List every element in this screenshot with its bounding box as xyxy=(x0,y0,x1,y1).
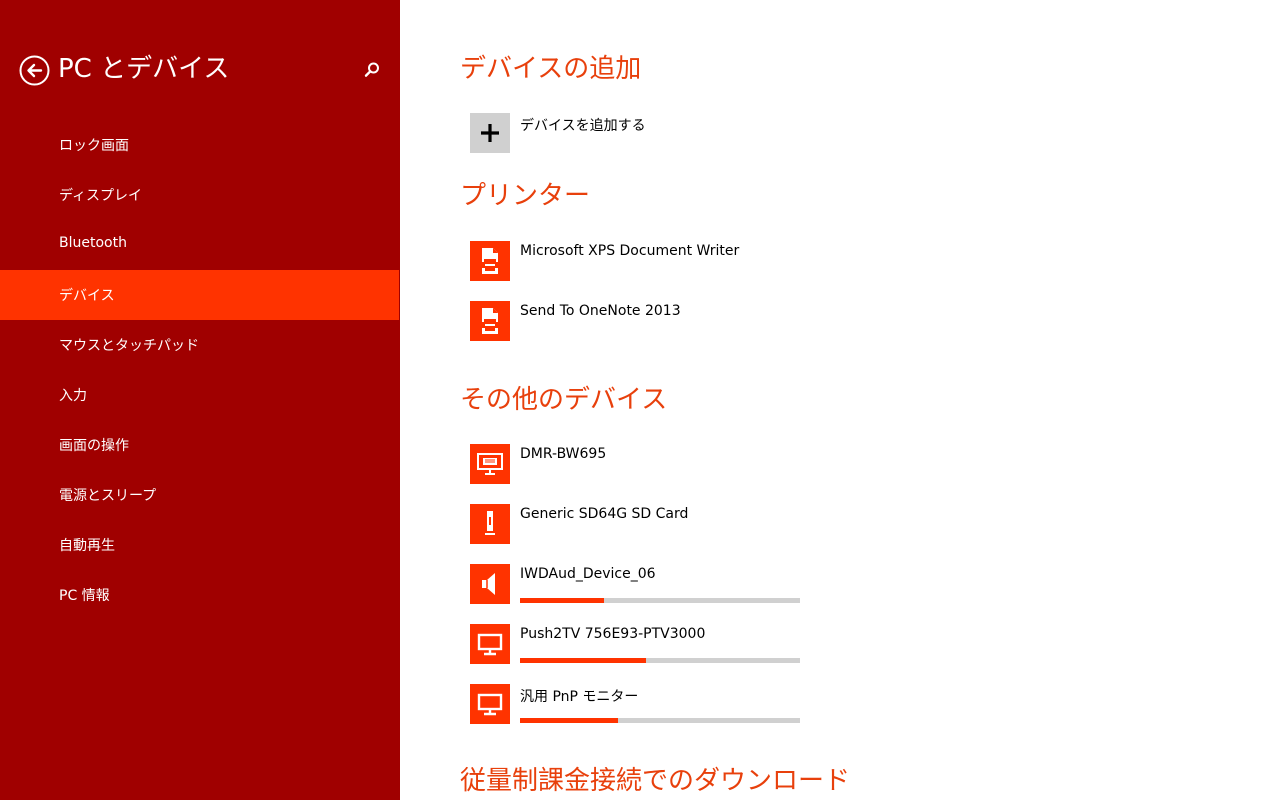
media-device-icon xyxy=(470,444,510,484)
section-title-other-devices: その他のデバイス xyxy=(460,385,668,415)
device-item[interactable]: IWDAud_Device_06 xyxy=(460,561,880,611)
sidebar-item-label: 画面の操作 xyxy=(59,438,129,454)
sidebar-item-label: PC 情報 xyxy=(59,588,110,604)
page-title: PC とデバイス xyxy=(58,54,230,84)
section-title-metered-downloads: 従量制課金接続でのダウンロード xyxy=(460,766,851,796)
printer-icon xyxy=(470,241,510,281)
printer-item[interactable]: Send To OneNote 2013 xyxy=(460,298,880,348)
section-title-printers: プリンター xyxy=(460,181,591,211)
device-progress-bar xyxy=(520,658,800,663)
monitor-icon xyxy=(470,684,510,724)
back-arrow-icon xyxy=(19,55,50,86)
device-item[interactable]: DMR-BW695 xyxy=(460,441,880,491)
sidebar-item-label: ロック画面 xyxy=(59,138,129,154)
device-progress-fill xyxy=(520,718,618,723)
device-progress-bar xyxy=(520,718,800,723)
main-content: デバイスの追加 デバイスを追加する プリンター Microsoft XPS Do… xyxy=(400,0,1280,800)
printer-icon xyxy=(470,301,510,341)
monitor-icon xyxy=(470,624,510,664)
device-progress-fill xyxy=(520,598,604,603)
printer-name: Send To OneNote 2013 xyxy=(520,303,681,319)
sidebar-item-label: マウスとタッチパッド xyxy=(59,338,199,354)
back-button[interactable] xyxy=(19,55,50,86)
device-item[interactable]: Push2TV 756E93-PTV3000 xyxy=(460,621,880,671)
sidebar-item-input[interactable]: 入力 xyxy=(0,370,399,420)
sidebar-item-autoplay[interactable]: 自動再生 xyxy=(0,520,399,570)
search-icon xyxy=(364,62,379,77)
sidebar-item-label: ディスプレイ xyxy=(59,188,143,204)
printer-name: Microsoft XPS Document Writer xyxy=(520,243,740,259)
sidebar-item-power-sleep[interactable]: 電源とスリープ xyxy=(0,470,399,520)
speaker-icon xyxy=(470,564,510,604)
sidebar-item-label: 電源とスリープ xyxy=(59,488,157,504)
sidebar-item-label: デバイス xyxy=(59,288,115,304)
device-item[interactable]: 汎用 PnP モニター xyxy=(460,681,880,731)
sidebar: PC とデバイス ロック画面 ディスプレイ Bluetooth デバイス マウス… xyxy=(0,0,400,800)
section-title-add-device: デバイスの追加 xyxy=(460,54,642,84)
device-name: Generic SD64G SD Card xyxy=(520,506,689,522)
sidebar-item-label: 自動再生 xyxy=(59,538,115,554)
device-name: Push2TV 756E93-PTV3000 xyxy=(520,626,706,642)
device-name: 汎用 PnP モニター xyxy=(520,689,639,705)
sidebar-item-mouse-touchpad[interactable]: マウスとタッチパッド xyxy=(0,320,399,370)
sidebar-item-devices[interactable]: デバイス xyxy=(0,270,399,320)
device-name: IWDAud_Device_06 xyxy=(520,566,656,582)
sidebar-item-corners-edges[interactable]: 画面の操作 xyxy=(0,420,399,470)
search-button[interactable] xyxy=(362,60,382,80)
add-device-label: デバイスを追加する xyxy=(520,118,646,134)
device-progress-fill xyxy=(520,658,646,663)
sidebar-item-label: 入力 xyxy=(59,388,87,404)
sidebar-item-pc-info[interactable]: PC 情報 xyxy=(0,570,399,620)
device-progress-bar xyxy=(520,598,800,603)
plus-icon xyxy=(470,113,510,153)
sd-card-icon xyxy=(470,504,510,544)
sidebar-item-label: Bluetooth xyxy=(59,235,127,251)
device-name: DMR-BW695 xyxy=(520,446,607,462)
sidebar-item-bluetooth[interactable]: Bluetooth xyxy=(0,220,399,270)
sidebar-item-display[interactable]: ディスプレイ xyxy=(0,170,399,220)
add-device-button[interactable]: デバイスを追加する xyxy=(460,110,880,160)
device-item[interactable]: Generic SD64G SD Card xyxy=(460,501,880,551)
sidebar-item-lock-screen[interactable]: ロック画面 xyxy=(0,120,399,170)
printer-item[interactable]: Microsoft XPS Document Writer xyxy=(460,238,880,288)
